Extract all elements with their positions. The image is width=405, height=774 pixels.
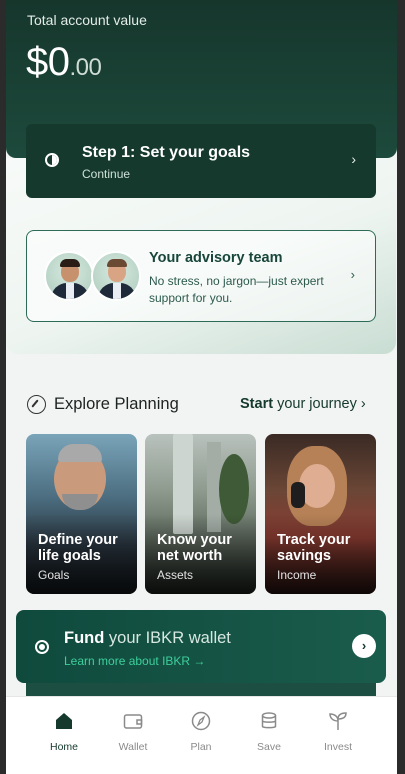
- tab-label: Home: [49, 741, 78, 753]
- tab-label: Invest: [323, 741, 352, 753]
- tab-save[interactable]: Save: [234, 697, 304, 774]
- advisor-avatar: [44, 251, 94, 301]
- tile-title: Define your life goals: [38, 532, 118, 564]
- tab-label: Save: [257, 741, 281, 753]
- learn-more-ibkr-link[interactable]: Learn more about IBKR →: [64, 654, 205, 668]
- define-life-goals-tile[interactable]: Define your life goals Goals: [26, 434, 137, 594]
- account-value-dollars: $0: [26, 40, 70, 84]
- advisory-team-card[interactable]: Your advisory team No stress, no jargon—…: [26, 230, 376, 322]
- database-icon: [261, 712, 277, 729]
- start-journey-link[interactable]: Start your journey ›: [240, 396, 366, 412]
- next-card-peek: [26, 683, 376, 697]
- advisor-avatar: [91, 251, 141, 301]
- total-account-value-label: Total account value: [27, 12, 147, 28]
- tile-title: Know your net worth: [157, 532, 232, 564]
- radio-dot-icon: [35, 640, 49, 654]
- tab-label: Plan: [190, 741, 212, 753]
- compass-icon: [27, 395, 46, 414]
- fund-rest: your IBKR wallet: [104, 629, 231, 647]
- chevron-right-icon[interactable]: ›: [352, 634, 376, 658]
- sprout-icon: [329, 712, 347, 730]
- bottom-tab-bar: Home Wallet Plan Save Invest: [6, 696, 397, 774]
- app-screen: Total account value $0.00 Step 1: Set yo…: [6, 0, 397, 774]
- explore-planning-title: Explore Planning: [54, 395, 179, 413]
- fund-bold: Fund: [64, 629, 105, 647]
- advisory-team-description: No stress, no jargon—just expert support…: [149, 274, 324, 305]
- compass-icon: [191, 711, 211, 731]
- set-goals-step-card[interactable]: Step 1: Set your goals Continue ›: [26, 124, 376, 198]
- progress-pie-icon: [45, 153, 59, 167]
- total-account-value: $0.00: [26, 40, 102, 85]
- tab-wallet[interactable]: Wallet: [98, 697, 168, 774]
- start-journey-rest: your journey ›: [273, 396, 366, 412]
- know-net-worth-tile[interactable]: Know your net worth Assets: [145, 434, 256, 594]
- tile-title: Track your savings: [277, 532, 351, 564]
- chevron-right-icon: ›: [351, 151, 356, 167]
- home-icon: [56, 713, 72, 729]
- tile-category: Income: [277, 568, 317, 582]
- step-continue-label: Continue: [82, 167, 131, 181]
- tab-plan[interactable]: Plan: [166, 697, 236, 774]
- tab-home[interactable]: Home: [29, 697, 99, 774]
- fund-wallet-title: Fund your IBKR wallet: [64, 629, 231, 648]
- advisory-team-title: Your advisory team: [149, 250, 283, 266]
- tab-label: Wallet: [118, 741, 148, 753]
- wallet-icon: [123, 714, 143, 729]
- step-title: Step 1: Set your goals: [82, 144, 251, 161]
- chevron-right-icon: ›: [350, 267, 355, 282]
- account-value-cents: .00: [69, 54, 102, 81]
- start-journey-bold: Start: [240, 396, 274, 412]
- fund-wallet-card[interactable]: Fund your IBKR wallet Learn more about I…: [16, 610, 386, 683]
- tile-category: Goals: [38, 568, 70, 582]
- track-savings-tile[interactable]: Track your savings Income: [265, 434, 376, 594]
- tile-category: Assets: [157, 568, 194, 582]
- tab-invest[interactable]: Invest: [303, 697, 373, 774]
